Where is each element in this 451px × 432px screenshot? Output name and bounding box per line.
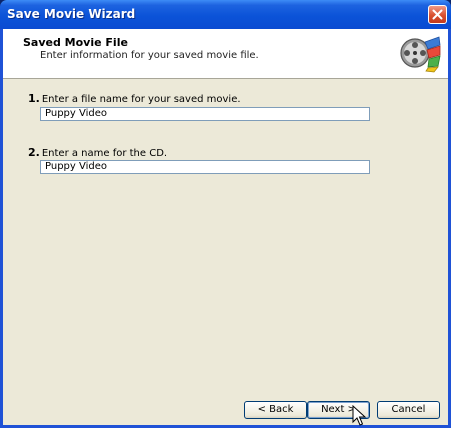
cancel-button[interactable]: Cancel <box>377 401 440 419</box>
mouse-pointer-icon <box>352 405 366 426</box>
wizard-header: Saved Movie File Enter information for y… <box>3 29 448 79</box>
close-icon <box>432 9 443 20</box>
header-subtitle: Enter information for your saved movie f… <box>40 50 259 61</box>
cd-name-input[interactable]: Puppy Video <box>40 160 370 174</box>
back-button[interactable]: < Back <box>244 401 307 419</box>
window-frame: Saved Movie File Enter information for y… <box>0 29 451 428</box>
window-title: Save Movie Wizard <box>7 7 136 21</box>
header-title: Saved Movie File <box>23 36 128 49</box>
close-button[interactable] <box>428 5 447 24</box>
step-1-label: 1. Enter a file name for your saved movie… <box>28 92 241 105</box>
movie-file-name-input[interactable]: Puppy Video <box>40 107 370 121</box>
step-2-label: 2. Enter a name for the CD. <box>28 146 168 159</box>
wizard-body: Saved Movie File Enter information for y… <box>3 29 448 425</box>
title-bar[interactable]: Save Movie Wizard <box>0 0 451 29</box>
wizard-window: Save Movie Wizard Saved Movie File Enter… <box>0 0 451 428</box>
film-reel-icon <box>400 36 441 73</box>
